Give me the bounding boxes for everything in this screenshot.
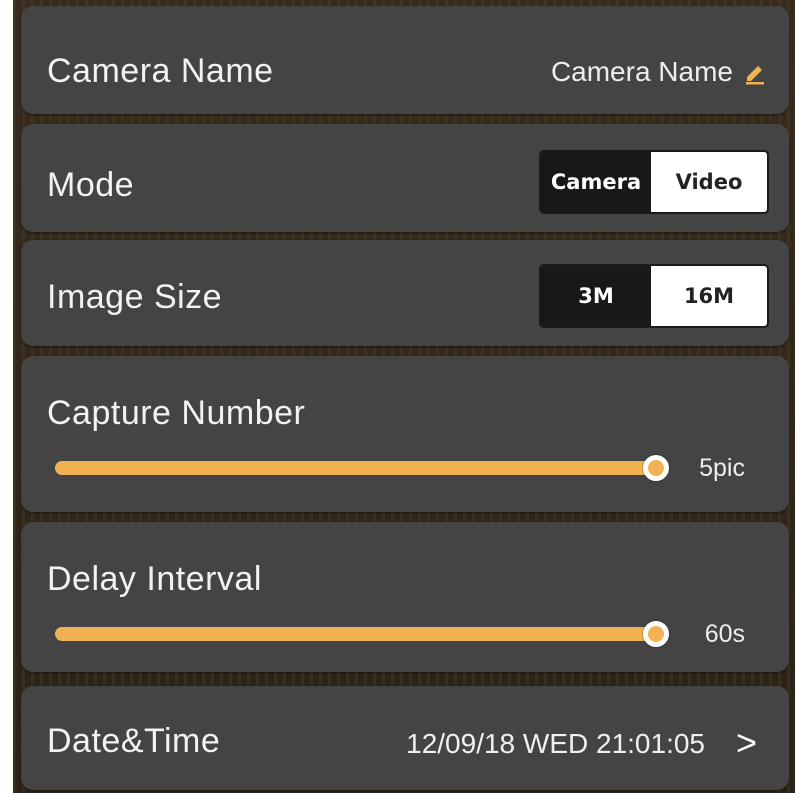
image-size-toggle[interactable]: 3M 16M bbox=[539, 264, 769, 328]
image-size-option-16m[interactable]: 16M bbox=[651, 266, 767, 326]
mode-option-video[interactable]: Video bbox=[651, 152, 767, 212]
mode-option-camera[interactable]: Camera bbox=[541, 152, 651, 212]
capture-number-slider-track[interactable] bbox=[55, 461, 655, 475]
camera-name-row[interactable]: Camera Name Camera Name bbox=[21, 6, 789, 114]
date-time-label: Date&Time bbox=[47, 722, 221, 760]
delay-interval-label: Delay Interval bbox=[47, 560, 262, 598]
image-size-label: Image Size bbox=[47, 278, 223, 316]
capture-number-row: Capture Number 5pic bbox=[21, 356, 789, 512]
delay-interval-slider-thumb[interactable] bbox=[643, 621, 669, 647]
capture-number-slider-thumb[interactable] bbox=[643, 455, 669, 481]
capture-number-label: Capture Number bbox=[47, 394, 306, 432]
delay-interval-row: Delay Interval 60s bbox=[21, 522, 789, 672]
camera-name-field[interactable]: Camera Name bbox=[551, 56, 767, 88]
capture-number-value: 5pic bbox=[699, 454, 745, 482]
image-size-row: Image Size 3M 16M bbox=[21, 240, 789, 346]
mode-label: Mode bbox=[47, 166, 135, 204]
delay-interval-slider-track[interactable] bbox=[55, 627, 655, 641]
image-size-option-3m[interactable]: 3M bbox=[541, 266, 651, 326]
date-time-value: 12/09/18 WED 21:01:05 bbox=[406, 728, 705, 759]
settings-panel: Camera Name Camera Name Mode Camera Vide… bbox=[13, 0, 795, 793]
pencil-icon[interactable] bbox=[743, 60, 767, 85]
mode-row: Mode Camera Video bbox=[21, 124, 789, 232]
camera-name-label: Camera Name bbox=[47, 52, 274, 90]
camera-name-value: Camera Name bbox=[550, 56, 733, 87]
mode-toggle[interactable]: Camera Video bbox=[539, 150, 769, 214]
delay-interval-value: 60s bbox=[704, 620, 745, 648]
chevron-right-icon[interactable]: > bbox=[736, 722, 757, 764]
